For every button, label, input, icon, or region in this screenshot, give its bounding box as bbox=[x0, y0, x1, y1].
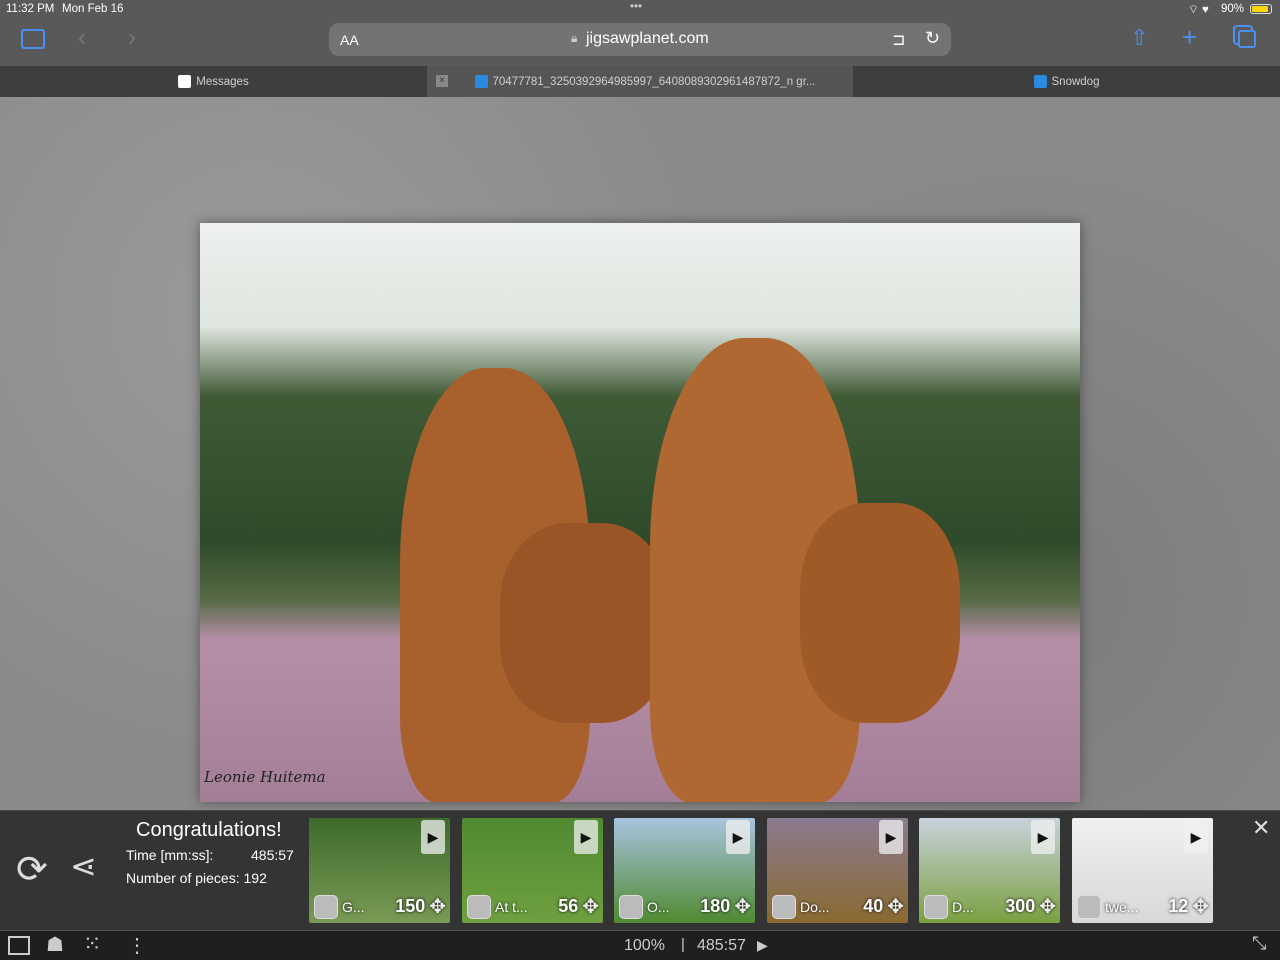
more-icon[interactable]: ⋮ bbox=[127, 933, 147, 958]
share-icon[interactable]: ⇧ bbox=[1130, 25, 1148, 51]
signature-watermark: Leonie Huitema bbox=[204, 768, 326, 786]
pieces-count: Number of pieces: 192 bbox=[126, 870, 267, 886]
piece-count: 56 bbox=[558, 896, 579, 916]
address-bar[interactable]: AA 🔒︎ jigsawplanet.com ⊐ ↻ bbox=[329, 23, 951, 56]
time-label: Time [mm:ss]: bbox=[126, 847, 214, 863]
author-name: twe... bbox=[1105, 898, 1139, 915]
completed-puzzle-image: Leonie Huitema bbox=[200, 223, 1080, 802]
lock-icon: 🔒︎ bbox=[571, 31, 578, 45]
zoom-level[interactable]: 100% bbox=[624, 937, 665, 955]
author-name: Do... bbox=[800, 898, 830, 915]
tab-bar: Messages × 70477781_3250392964985997_640… bbox=[0, 66, 1280, 97]
new-tab-icon[interactable]: + bbox=[1182, 22, 1197, 53]
jigsaw-favicon bbox=[474, 75, 488, 88]
puzzle-piece-icon: ✥ bbox=[429, 896, 446, 918]
ghost-icon[interactable]: ☗ bbox=[46, 932, 64, 957]
time-value: 485:57 bbox=[251, 847, 294, 863]
close-tab-icon[interactable]: × bbox=[436, 75, 448, 87]
bottom-bar: ☗ ⁙ ⋮ 100% | 485:57 ▶ ⤡ bbox=[0, 930, 1280, 960]
suggested-puzzle[interactable]: ▶ G... 150 ✥ bbox=[309, 818, 450, 923]
author-avatar bbox=[772, 894, 796, 919]
suggested-puzzle[interactable]: ▶ At t... 56 ✥ bbox=[462, 818, 603, 923]
puzzle-piece-icon: ✥ bbox=[734, 896, 751, 918]
share-puzzle-icon[interactable]: ⋖ bbox=[70, 847, 97, 885]
author-name: O... bbox=[647, 898, 670, 915]
dog-left-body bbox=[500, 523, 670, 723]
tab-messages[interactable]: Messages bbox=[0, 66, 427, 97]
suggested-puzzle[interactable]: ▶ Do... 40 ✥ bbox=[767, 818, 908, 923]
puzzle-piece-icon: ✥ bbox=[1192, 896, 1209, 918]
piece-count: 12 bbox=[1168, 896, 1189, 916]
tab-label: Messages bbox=[196, 75, 249, 88]
url-text: jigsawplanet.com bbox=[586, 30, 709, 47]
play-icon[interactable]: ▶ bbox=[879, 820, 903, 854]
result-panel: ⟳ ⋖ Congratulations! Time [mm:ss]: 485:5… bbox=[0, 810, 1280, 930]
suggested-puzzle[interactable]: ▶ twe... 12 ✥ bbox=[1072, 818, 1213, 923]
forward-icon[interactable]: › bbox=[128, 24, 136, 52]
reader-icon[interactable]: ⊐ bbox=[892, 30, 905, 50]
browser-toolbar: ‹ › AA 🔒︎ jigsawplanet.com ⊐ ↻ ⇧ + bbox=[0, 18, 1280, 66]
tab-label: Snowdog bbox=[1051, 75, 1100, 88]
puzzle-piece-icon: ✥ bbox=[887, 896, 904, 918]
exit-fullscreen-icon[interactable]: ⤡ bbox=[1252, 933, 1266, 954]
play-icon[interactable]: ▶ bbox=[1184, 820, 1208, 854]
play-icon[interactable]: ▶ bbox=[421, 820, 445, 854]
status-date: Mon Feb 16 bbox=[62, 3, 124, 15]
grid-icon[interactable]: ⁙ bbox=[83, 931, 101, 957]
play-icon[interactable]: ▶ bbox=[757, 937, 768, 954]
dog-favicon bbox=[178, 75, 192, 88]
author-name: At t... bbox=[495, 898, 528, 915]
image-preview-icon[interactable] bbox=[8, 936, 30, 955]
tab-puzzle[interactable]: × 70477781_3250392964985997_640808930296… bbox=[427, 66, 853, 97]
play-icon[interactable]: ▶ bbox=[574, 820, 598, 854]
reload-icon[interactable]: ↻ bbox=[925, 28, 940, 49]
sidebar-icon[interactable] bbox=[21, 29, 45, 49]
separator: | bbox=[681, 936, 685, 953]
author-name: D... bbox=[952, 898, 974, 915]
text-size-button[interactable]: AA bbox=[340, 32, 359, 48]
piece-count: 150 bbox=[395, 896, 426, 916]
play-icon[interactable]: ▶ bbox=[726, 820, 750, 854]
wifi-icon: ⌔ ♥ bbox=[1188, 4, 1209, 16]
timer: 485:57 bbox=[697, 937, 746, 954]
status-time: 11:32 PM bbox=[6, 3, 55, 15]
battery-percent: 90% bbox=[1221, 3, 1245, 15]
tabs-overview-icon[interactable] bbox=[1238, 30, 1256, 48]
status-bar: 11:32 PM Mon Feb 16 ••• ⌔ ♥ 90% bbox=[0, 0, 1280, 18]
restart-icon[interactable]: ⟳ bbox=[16, 847, 48, 892]
author-name: G... bbox=[342, 898, 365, 915]
multitask-dots[interactable]: ••• bbox=[630, 1, 642, 13]
close-panel-icon[interactable]: ✕ bbox=[1252, 815, 1270, 841]
author-avatar bbox=[467, 894, 491, 919]
author-avatar bbox=[924, 894, 948, 919]
battery-icon bbox=[1250, 4, 1272, 14]
dog-right-body bbox=[800, 503, 960, 723]
play-icon[interactable]: ▶ bbox=[1031, 820, 1055, 854]
author-avatar bbox=[1077, 894, 1101, 919]
puzzle-piece-icon: ✥ bbox=[1039, 896, 1056, 918]
back-icon[interactable]: ‹ bbox=[78, 24, 86, 52]
tab-label: 70477781_3250392964985997_64080893029614… bbox=[492, 75, 816, 88]
suggested-puzzle[interactable]: ▶ D... 300 ✥ bbox=[919, 818, 1060, 923]
puzzle-piece-icon: ✥ bbox=[582, 896, 599, 918]
author-avatar bbox=[619, 894, 643, 919]
piece-count: 300 bbox=[1005, 896, 1036, 916]
congrats-title: Congratulations! bbox=[136, 819, 282, 841]
suggested-puzzle[interactable]: ▶ O... 180 ✥ bbox=[614, 818, 755, 923]
piece-count: 40 bbox=[863, 896, 884, 916]
tab-snowdog[interactable]: Snowdog bbox=[853, 66, 1280, 97]
piece-count: 180 bbox=[700, 896, 731, 916]
author-avatar bbox=[314, 894, 338, 919]
jigsaw-favicon bbox=[1033, 75, 1047, 88]
